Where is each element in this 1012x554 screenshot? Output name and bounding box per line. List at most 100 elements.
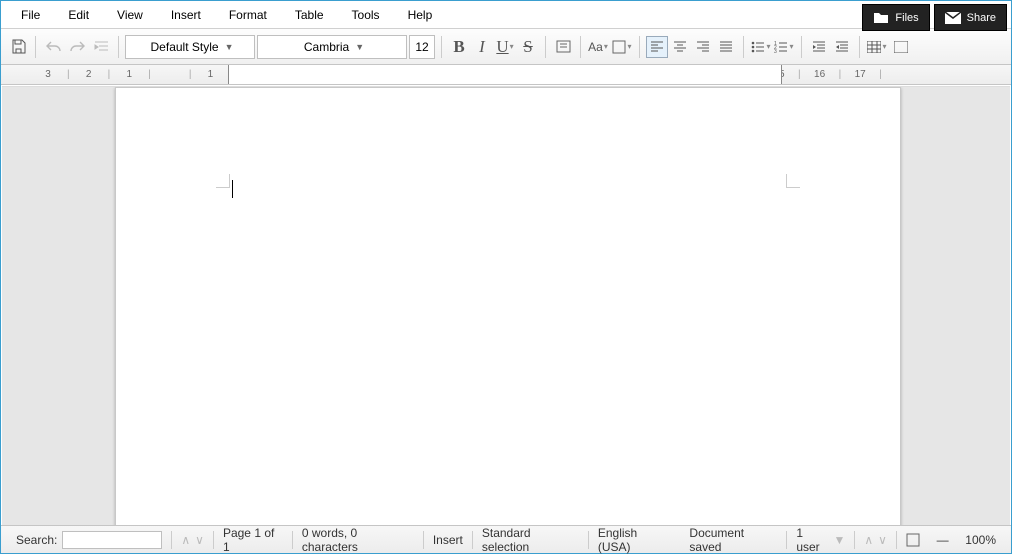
chevron-down-icon: ▼ — [225, 42, 234, 52]
wordcount-status[interactable]: 0 words, 0 characters — [293, 531, 424, 549]
menu-insert[interactable]: Insert — [157, 4, 215, 26]
chevron-down-icon: ▾ — [882, 42, 886, 51]
zoom-controls: — 100% — [897, 531, 1005, 549]
redo-button[interactable] — [66, 36, 88, 58]
decrease-indent-button[interactable] — [831, 36, 853, 58]
strikethrough-button[interactable]: S — [517, 36, 539, 58]
files-label: Files — [895, 12, 918, 24]
zoom-out-button[interactable]: — — [937, 533, 949, 547]
menu-edit[interactable]: Edit — [54, 4, 103, 26]
ruler-tick: 1 — [110, 69, 148, 80]
paragraph-style-combo[interactable]: Default Style ▼ — [125, 35, 255, 59]
user-prev-button[interactable]: ∧ — [864, 533, 873, 547]
page[interactable] — [115, 87, 901, 525]
menu-view[interactable]: View — [103, 4, 157, 26]
separator — [859, 36, 860, 58]
bullet-list-button[interactable]: ▾ — [750, 36, 772, 58]
font-name-combo[interactable]: Cambria ▼ — [257, 35, 407, 59]
indent-dec-icon — [835, 41, 849, 53]
image-icon — [894, 41, 908, 53]
save-icon — [11, 39, 26, 54]
chevron-down-icon: ▼ — [833, 533, 845, 547]
menu-table[interactable]: Table — [281, 4, 338, 26]
horizontal-ruler[interactable]: 3| 2| 1| | 1| 2| 3| 4| 5| 6| 7| 8| 9| 10… — [1, 65, 1011, 85]
underline-icon: U — [496, 37, 508, 57]
top-right-buttons: Files Share — [862, 4, 1007, 31]
text-caret — [232, 180, 233, 198]
ruler-tick: 3 — [29, 69, 67, 80]
italic-icon: I — [479, 37, 485, 57]
separator — [743, 36, 744, 58]
search-cell: Search: — [7, 531, 171, 549]
ruler-tick: 1 — [191, 69, 229, 80]
separator — [35, 36, 36, 58]
user-next-button[interactable]: ∨ — [878, 533, 887, 547]
align-justify-icon — [719, 41, 733, 53]
selection-mode-status[interactable]: Standard selection — [473, 531, 589, 549]
ruler-tick: 2 — [70, 69, 108, 80]
underline-button[interactable]: U▾ — [494, 36, 516, 58]
chevron-down-icon: ▾ — [766, 42, 770, 51]
ruler-active-zone — [228, 65, 782, 84]
language-status[interactable]: English (USA) — [589, 531, 681, 549]
users-status[interactable]: 1 user ▼ — [787, 531, 855, 549]
increase-indent-button[interactable] — [808, 36, 830, 58]
number-list-button[interactable]: 123▾ — [773, 36, 795, 58]
align-center-icon — [673, 41, 687, 53]
menu-file[interactable]: File — [7, 4, 54, 26]
align-justify-button[interactable] — [715, 36, 737, 58]
indent-icon — [94, 40, 109, 53]
undo-icon — [46, 40, 61, 53]
character-button[interactable]: Aa▾ — [587, 36, 609, 58]
margin-marker-top-right — [786, 174, 800, 188]
insert-image-button[interactable] — [890, 36, 912, 58]
separator — [580, 36, 581, 58]
align-center-button[interactable] — [669, 36, 691, 58]
format-paintbrush-button[interactable] — [90, 36, 112, 58]
users-nav: ∧ ∨ — [855, 531, 897, 549]
separator — [441, 36, 442, 58]
separator — [545, 36, 546, 58]
files-button[interactable]: Files — [862, 4, 929, 31]
align-left-button[interactable] — [646, 36, 668, 58]
paragraph-style-value: Default Style — [151, 40, 219, 54]
menu-format[interactable]: Format — [215, 4, 281, 26]
font-size-box[interactable]: 12 — [409, 35, 435, 59]
italic-button[interactable]: I — [471, 36, 493, 58]
text-format-group: B I U▾ S — [448, 36, 539, 58]
bold-icon: B — [453, 37, 464, 57]
clearformat-icon — [556, 39, 571, 54]
users-count: 1 user — [796, 526, 828, 554]
page-status[interactable]: Page 1 of 1 — [214, 531, 293, 549]
highlight-button[interactable]: ▾ — [611, 36, 633, 58]
save-button[interactable] — [7, 36, 29, 58]
clear-formatting-button[interactable] — [552, 36, 574, 58]
font-size-value: 12 — [415, 40, 428, 54]
insert-mode-status[interactable]: Insert — [424, 531, 473, 549]
ruler-zero — [151, 69, 189, 80]
insert-table-button[interactable]: ▾ — [866, 36, 888, 58]
chevron-down-icon: ▾ — [789, 42, 793, 51]
ruler-tick: 17 — [841, 69, 879, 80]
bold-button[interactable]: B — [448, 36, 470, 58]
search-input[interactable] — [62, 531, 162, 549]
menu-tools[interactable]: Tools — [338, 4, 394, 26]
undo-button[interactable] — [42, 36, 64, 58]
chevron-down-icon: ▾ — [604, 42, 608, 51]
share-button[interactable]: Share — [934, 4, 1007, 31]
align-right-button[interactable] — [692, 36, 714, 58]
menu-help[interactable]: Help — [394, 4, 447, 26]
find-nav: ∧ ∨ — [171, 531, 214, 549]
document-area[interactable] — [2, 86, 1010, 525]
ruler-tick: 16 — [801, 69, 839, 80]
list-group: ▾ 123▾ — [750, 36, 795, 58]
zoom-value[interactable]: 100% — [965, 533, 996, 547]
find-next-button[interactable]: ∨ — [195, 533, 204, 547]
find-prev-button[interactable]: ∧ — [181, 533, 190, 547]
fit-page-icon[interactable] — [906, 533, 920, 547]
separator — [801, 36, 802, 58]
character-icon: Aa — [588, 40, 603, 54]
table-icon — [867, 41, 881, 53]
align-left-icon — [650, 41, 664, 53]
bullets-icon — [751, 41, 765, 53]
